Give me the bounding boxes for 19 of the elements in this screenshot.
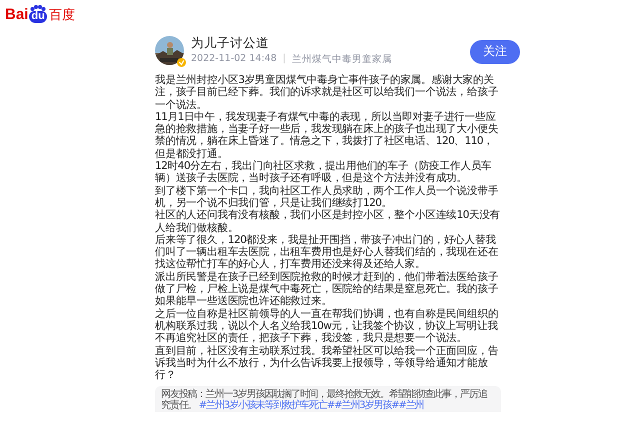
post-time: 2022-11-02 14:48 (191, 53, 277, 66)
hashtag-link[interactable]: #兰州3岁小孩未等到救护车死亡# (198, 400, 334, 412)
post-paragraph: 我是兰州封控小区3岁男童因煤气中毒身亡事件孩子的家属。感谢大家的关注，孩子目前已经下葬。我们的诉求就是社区可以给我们一个说法，给孩子一个说法。 (155, 74, 500, 111)
caption-text: 网友投稿：兰州一3岁男孩因耽搁了时间，最终抢救无效。希望能彻查此事，严厉追究责任。 #兰州3岁小孩未等到救护车死亡##兰州3岁男孩##兰州 (161, 389, 488, 412)
post-paragraph: 直到目前，社区没有主动联系过我。我希望社区可以给我一个正面回应，告诉我当时为什么不放行，为什么告诉我要上报领导，等领导给通知才能放行？ (155, 344, 500, 382)
post-paragraph: 12时40分左右，我出门向社区求救，提出用他们的车子（防疫工作人员车辆）送孩子去医院，当时孩子还有呼吸，但是这个方法并没有成功。 (155, 160, 493, 185)
post-paragraph: 到了楼下第一个卡口，我向社区工作人员求助，两个工作人员一个说没带手机，另一个说不归我们管，只是让我们继续打120。 (155, 184, 500, 209)
hashtag-link[interactable]: #兰州3岁男孩# (334, 400, 399, 412)
follow-button[interactable]: 关注 (470, 40, 520, 64)
post-paragraph: 派出所民警是在孩子已经到医院抢救的时候才赶到的，他们带着法医给孩子做了尸检，尸检上说是煤气中毒死亡，医院给的结果是窒息死亡。我的孩子如果能早一些送医院也许还能救过来。 (155, 270, 500, 308)
post-paragraph: 之后一位自称是社区前领导的人一直在帮我们协调，也有自称是民间组织的机构联系过我，说以个人名义给我10w元，让我签个协议，协议上写明让我不再追究社区的责任，把孩子下葬，我没签，我只是想要一个说法。 (155, 308, 500, 345)
author-name[interactable]: 为儿子讨公道 (191, 35, 392, 51)
baidu-logo[interactable]: Bai du 百度 (5, 5, 75, 23)
separator: | (282, 53, 286, 66)
post-paragraph: 社区的人还问我有没有核酸，我们小区是封控小区，整个小区连续10天没有人给我们做核酸。 (155, 209, 501, 234)
post-paragraph: 11月1日中午，我发现妻子有煤气中毒的表现，所以当即对妻子进行一些应急的抢救措施，当妻子好一些后，我发现躺在床上的孩子也出现了大小便失禁的情况，躺在床上昏迷了。情急之下，我拨打了社区电话、120、110，但是都没打通。 (155, 110, 500, 160)
author-description: 兰州煤气中毒男童家属 (292, 53, 392, 66)
hashtag-link[interactable]: #兰州 (398, 400, 424, 412)
post-paragraph: 后来等了很久，120都没来，我是扯开围挡，带孩子冲出门的，好心人替我们叫了一辆出租车去医院，出租车费用也是好心人替我们结的，我现在还在找这位帮忙打车的好心人，打车费用还没来得及还给人家。 (155, 234, 500, 271)
